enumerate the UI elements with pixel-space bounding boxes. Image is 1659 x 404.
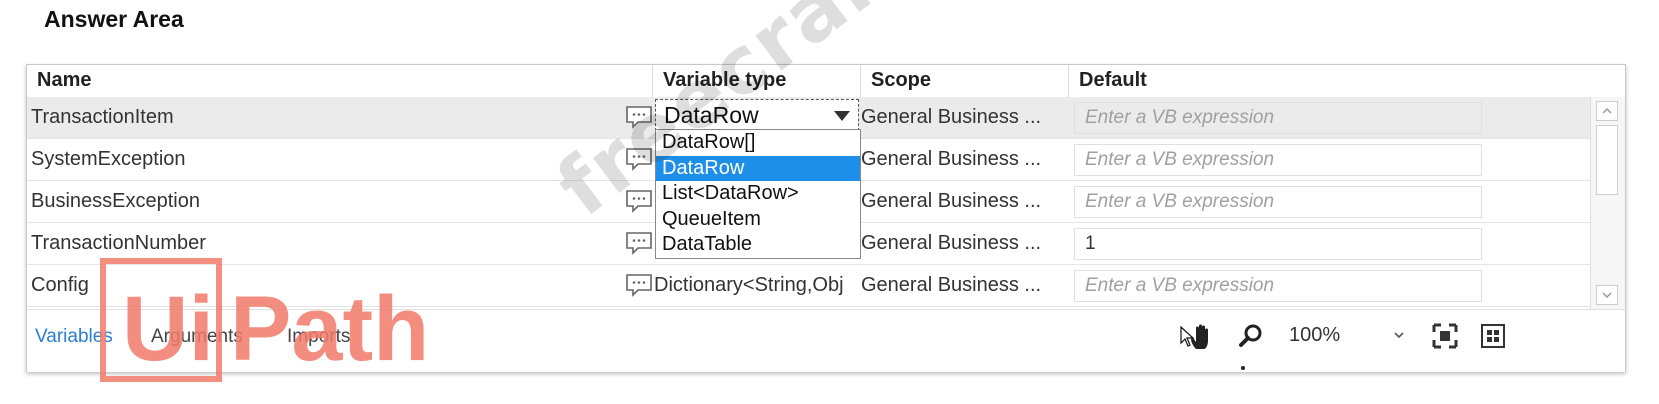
zoom-icon[interactable] [1237, 322, 1265, 350]
chevron-down-icon[interactable] [1392, 328, 1406, 342]
default-value-field[interactable]: Enter a VB expression [1074, 102, 1482, 134]
zoom-level[interactable]: 100% [1289, 324, 1340, 347]
dropdown-option[interactable]: DataRow[] [656, 130, 860, 156]
scope-cell: General Business ... [861, 274, 1042, 296]
variable-name[interactable]: TransactionItem [31, 97, 631, 138]
answer-area-title: Answer Area [44, 6, 184, 32]
variable-name[interactable]: Config [31, 265, 631, 306]
default-value-field[interactable]: Enter a VB expression [1074, 144, 1482, 176]
variable-name[interactable]: BusinessException [31, 181, 631, 222]
scope-cell: General Business ... [861, 148, 1042, 170]
annotation-icon[interactable] [625, 105, 653, 129]
tab-variables[interactable]: Variables [35, 326, 113, 348]
default-value-field[interactable]: Enter a VB expression [1074, 270, 1482, 302]
dot-mark [1241, 366, 1245, 370]
fit-to-screen-icon[interactable] [1431, 322, 1459, 350]
panel-footer: Variables Arguments Imports 100% [27, 309, 1625, 372]
scope-cell: General Business ... [861, 190, 1042, 212]
annotation-icon[interactable] [625, 231, 653, 255]
scroll-up-button[interactable] [1596, 101, 1618, 121]
vertical-scrollbar[interactable] [1590, 97, 1625, 309]
scroll-thumb[interactable] [1596, 125, 1618, 195]
dropdown-option[interactable]: QueueItem [656, 207, 860, 233]
selected-type: DataRow [664, 102, 759, 128]
variables-panel: Name Variable type Scope Default Transac… [26, 64, 1626, 372]
scope-cell: General Business ... [861, 232, 1042, 254]
tab-imports[interactable]: Imports [287, 326, 350, 348]
overview-icon[interactable] [1479, 322, 1507, 350]
dropdown-option-selected[interactable]: DataRow [656, 155, 860, 181]
dropdown-option[interactable]: List<DataRow> [656, 181, 860, 207]
default-value-field[interactable]: Enter a VB expression [1074, 186, 1482, 218]
header-name[interactable]: Name [27, 65, 653, 97]
header-variable-type[interactable]: Variable type [653, 65, 861, 97]
dropdown-option[interactable]: DataTable [656, 232, 860, 258]
scroll-down-button[interactable] [1596, 285, 1618, 305]
dropdown-arrow-icon[interactable] [834, 111, 850, 121]
variable-name[interactable]: SystemException [31, 139, 631, 180]
mouse-cursor-icon [1180, 326, 1195, 347]
variable-name[interactable]: TransactionNumber [31, 223, 631, 264]
variable-type-select[interactable]: DataRow [655, 99, 859, 131]
header-default[interactable]: Default [1069, 65, 1590, 97]
header-scope[interactable]: Scope [861, 65, 1069, 97]
default-value-field[interactable]: 1 [1074, 228, 1482, 260]
annotation-icon[interactable] [625, 189, 653, 213]
variable-type-dropdown: DataRow[] DataRow List<DataRow> QueueIte… [655, 129, 861, 259]
scope-cell: General Business ... [861, 106, 1042, 128]
table-row[interactable]: Config Dictionary<String,Obj General Bus… [27, 265, 1590, 307]
annotation-icon[interactable] [625, 147, 653, 171]
chevron-down-icon [1602, 292, 1612, 299]
variable-type-cell[interactable]: Dictionary<String,Obj [654, 265, 864, 306]
chevron-up-icon [1602, 107, 1612, 114]
tab-arguments[interactable]: Arguments [151, 326, 243, 348]
annotation-icon[interactable] [625, 273, 653, 297]
